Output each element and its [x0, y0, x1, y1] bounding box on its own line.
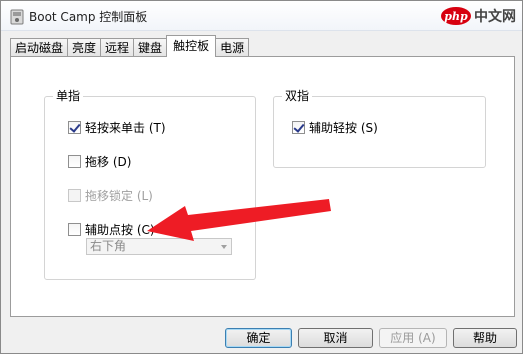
apply-button: 应用 (A) [379, 328, 447, 348]
tab-trackpad[interactable]: 触控板 [166, 35, 217, 57]
watermark-text: 中文网 [474, 9, 516, 25]
tab-startup-disk[interactable]: 启动磁盘 [10, 38, 69, 57]
single-finger-title: 单指 [53, 89, 84, 103]
drag-lock-label: 拖移锁定 (L) [85, 188, 153, 203]
tab-power[interactable]: 电源 [215, 38, 250, 57]
boot-camp-app-icon [10, 9, 24, 25]
chevron-down-icon [221, 245, 227, 249]
two-finger-secondary-tap-checkbox[interactable] [292, 120, 305, 134]
corner-select: 右下角 [86, 238, 232, 255]
window-title: Boot Camp 控制面板 [29, 10, 148, 24]
tab-brightness[interactable]: 亮度 [67, 38, 102, 57]
secondary-tap-checkbox[interactable] [68, 222, 81, 236]
tab-remote[interactable]: 远程 [100, 38, 135, 57]
dragging-option[interactable]: 拖移 (D) [68, 153, 131, 169]
dragging-label: 拖移 (D) [85, 154, 132, 169]
tap-to-click-label: 轻按来单击 (T) [85, 120, 166, 135]
tap-to-click-option[interactable]: 轻按来单击 (T) [68, 119, 166, 135]
site-watermark: php 中文网 [441, 5, 516, 27]
secondary-tap-option[interactable]: 辅助点按 (C) [68, 221, 155, 237]
dragging-checkbox[interactable] [68, 154, 81, 168]
help-button[interactable]: 帮助 [453, 328, 517, 348]
watermark-logo: php [441, 7, 471, 25]
tab-keyboard[interactable]: 键盘 [133, 38, 168, 57]
trackpad-tab-panel: 单指 轻按来单击 (T) 拖移 (D) 拖移锁定 (L) 辅助点按 (C) 右下… [10, 56, 515, 317]
ok-button[interactable]: 确定 [225, 328, 292, 348]
two-finger-title: 双指 [282, 89, 313, 103]
title-bar[interactable]: Boot Camp 控制面板 php 中文网 [1, 1, 522, 31]
drag-lock-option: 拖移锁定 (L) [68, 187, 153, 203]
cancel-button[interactable]: 取消 [298, 328, 373, 348]
two-finger-secondary-tap-label: 辅助轻按 (S) [309, 120, 378, 135]
tab-bar: 启动磁盘 亮度 远程 键盘 触控板 电源 [10, 35, 250, 57]
tap-to-click-checkbox[interactable] [68, 120, 81, 134]
boot-camp-window: Boot Camp 控制面板 php 中文网 启动磁盘 亮度 远程 键盘 触控板… [0, 0, 523, 354]
two-finger-secondary-tap-option[interactable]: 辅助轻按 (S) [292, 119, 378, 135]
secondary-tap-label: 辅助点按 (C) [85, 222, 155, 237]
drag-lock-checkbox [68, 188, 81, 202]
corner-select-value: 右下角 [90, 239, 127, 253]
